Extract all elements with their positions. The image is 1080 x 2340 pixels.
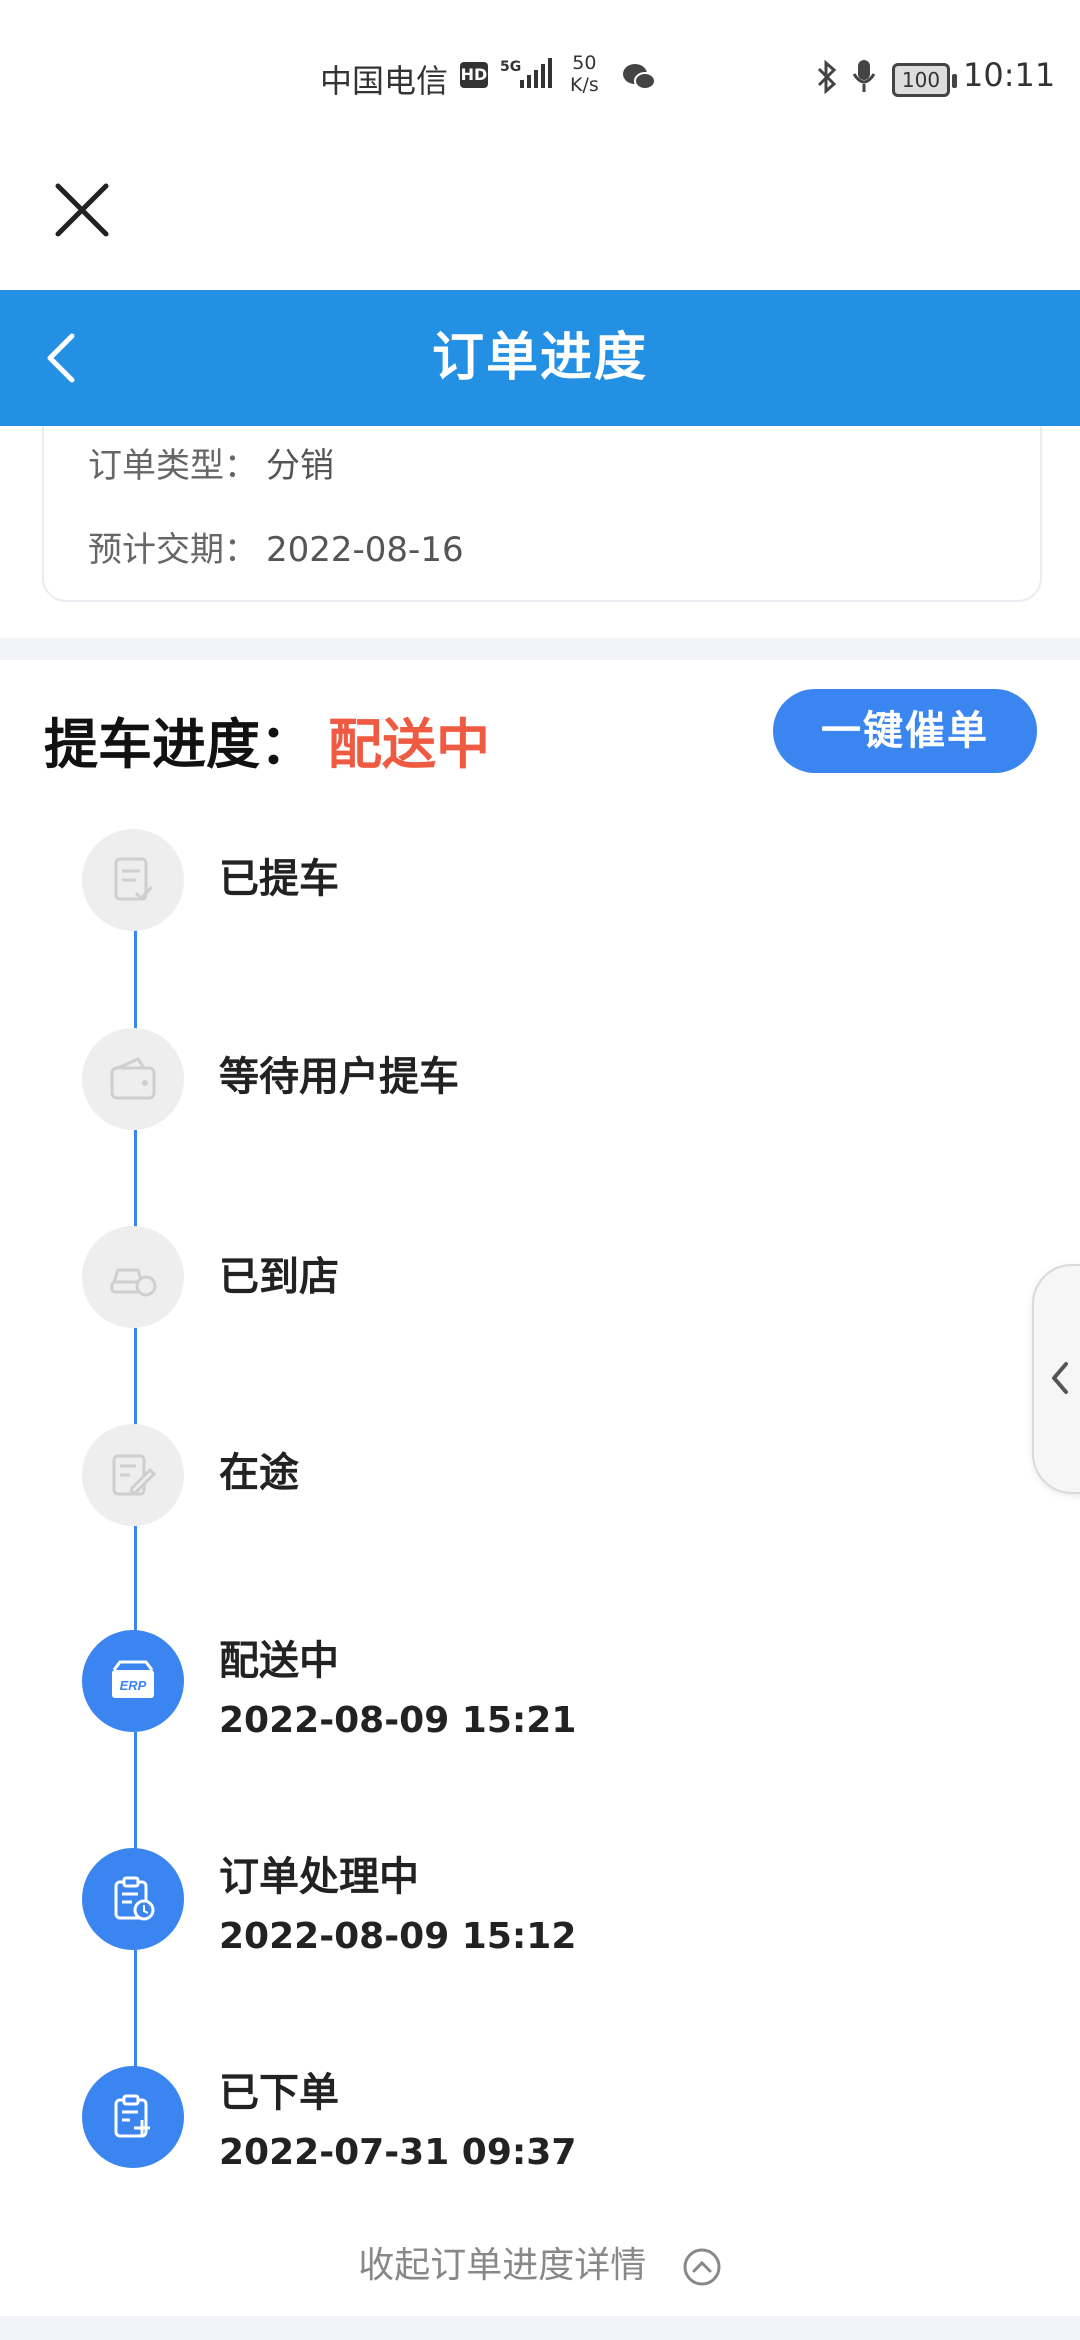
progress-label: 提车进度：	[44, 713, 314, 776]
clipboard-add-icon	[114, 2094, 150, 2138]
timeline-connector	[134, 1950, 137, 2070]
step-title: 订单处理中	[219, 1854, 419, 1900]
progress-status: 配送中	[328, 713, 490, 776]
collapse-details-link[interactable]: 收起订单进度详情	[0, 2236, 1080, 2288]
erp-box-icon: ERP	[112, 1660, 154, 1698]
step-time: 2022-07-31 09:37	[219, 2132, 577, 2173]
timeline-connector	[134, 1526, 137, 1634]
step-icon-in-transit	[82, 1424, 184, 1526]
car-icon	[110, 1268, 157, 1297]
step-time: 2022-08-09 15:12	[219, 1916, 577, 1957]
step-title: 已到店	[219, 1254, 339, 1300]
clock: 10:11	[963, 56, 1056, 94]
timeline-connector	[134, 930, 137, 1034]
network-speed: 50 K/s	[570, 52, 599, 96]
order-info-card: 订单类型： 分销 预计交期： 2022-08-16	[42, 400, 1042, 602]
svg-text:ERP: ERP	[120, 1678, 147, 1693]
back-arrow-icon[interactable]	[36, 328, 96, 388]
step-icon-delivering: ERP	[82, 1630, 184, 1732]
signal-icon	[520, 58, 552, 88]
step-title: 等待用户提车	[219, 1054, 459, 1100]
carrier-name: 中国电信	[320, 62, 449, 100]
network-type: 5G	[500, 59, 522, 75]
urge-order-button[interactable]: 一键催单	[773, 689, 1037, 773]
timeline-connector	[134, 1130, 137, 1232]
floating-side-tab[interactable]	[1032, 1264, 1080, 1494]
step-title: 已下单	[219, 2070, 339, 2116]
battery-indicator: 100	[892, 63, 957, 97]
delivery-date-value: 2022-08-16	[266, 530, 464, 570]
speed-value: 50	[572, 52, 597, 74]
step-icon-picked-up	[82, 829, 184, 931]
speed-unit: K/s	[570, 74, 599, 96]
step-title: 配送中	[219, 1638, 339, 1684]
delivery-date-label: 预计交期：	[88, 530, 258, 570]
wechat-icon	[623, 64, 656, 90]
close-icon[interactable]	[52, 180, 112, 240]
edit-note-icon	[112, 1454, 157, 1496]
step-icon-arrived	[82, 1226, 184, 1328]
checklist-icon	[114, 857, 154, 901]
chevron-left-icon	[1052, 1362, 1068, 1394]
step-title: 已提车	[219, 856, 339, 902]
step-time: 2022-08-09 15:21	[219, 1700, 577, 1741]
section-divider	[0, 638, 1080, 660]
order-type-row: 订单类型： 分销	[88, 438, 334, 487]
order-type-label: 订单类型：	[88, 446, 258, 486]
delivery-date-row: 预计交期： 2022-08-16	[88, 522, 464, 571]
step-icon-waiting	[82, 1028, 184, 1130]
app-header: 订单进度	[0, 290, 1080, 426]
hd-badge: HD	[460, 62, 488, 88]
timeline-connector	[134, 1732, 137, 1852]
collapse-label: 收起订单进度详情	[358, 2245, 647, 2286]
chevron-up-circle-icon	[683, 2248, 721, 2286]
bottom-divider	[0, 2316, 1080, 2340]
microphone-icon	[852, 60, 876, 92]
order-type-value: 分销	[266, 446, 334, 486]
bluetooth-icon	[817, 60, 837, 94]
step-icon-ordered	[82, 2066, 184, 2168]
status-bar: 中国电信 HD 5G 50 K/s 100 10:11	[0, 0, 1080, 160]
step-title: 在途	[219, 1450, 299, 1496]
wallet-icon	[110, 1057, 156, 1100]
timeline-connector	[134, 1328, 137, 1430]
clipboard-clock-icon	[114, 1876, 155, 1921]
step-icon-processing	[82, 1848, 184, 1950]
page-title: 订单进度	[431, 328, 648, 388]
